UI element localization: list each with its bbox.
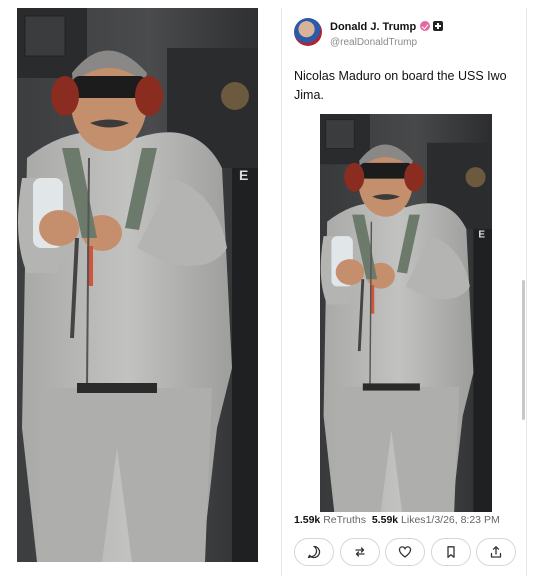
reply-button[interactable] <box>294 538 334 566</box>
likes-count[interactable]: 5.59k <box>372 514 398 526</box>
retruth-icon <box>354 547 365 557</box>
retruths-count[interactable]: 1.59k <box>294 514 320 526</box>
post-text: Nicolas Maduro on board the USS Iwo Jima… <box>294 69 507 102</box>
post-image-illustration: E <box>320 114 492 512</box>
post-stats: 1.59k ReTruths 5.59k Likes1/3/26, 8:23 P… <box>294 514 500 526</box>
likes-label[interactable]: Likes <box>401 514 426 526</box>
reply-icon <box>307 545 321 559</box>
author-avatar[interactable] <box>294 18 322 46</box>
retruths-label[interactable]: ReTruths <box>323 514 366 526</box>
plus-badge-icon <box>433 21 444 31</box>
verified-badge-icon <box>420 21 431 31</box>
retruth-button[interactable] <box>339 538 380 566</box>
scrollbar[interactable] <box>522 280 525 420</box>
author-handle[interactable]: @realDonaldTrump <box>330 37 417 48</box>
author-name[interactable]: Donald J. Trump <box>330 21 416 33</box>
post-actions <box>294 538 516 568</box>
share-icon <box>490 546 502 558</box>
bookmark-button[interactable] <box>430 538 471 566</box>
printed-photo: E <box>17 8 258 562</box>
author-name-row: Donald J. Trump <box>330 21 444 33</box>
post-timestamp[interactable]: 1/3/26, 8:23 PM <box>426 514 500 526</box>
svg-text:E: E <box>478 230 485 241</box>
post-card: Donald J. Trump @realDonaldTrump Nicolas… <box>281 8 527 576</box>
heart-icon <box>398 546 412 558</box>
share-button[interactable] <box>476 538 516 566</box>
printed-photo-illustration: E <box>17 8 258 562</box>
post-image[interactable]: E <box>320 114 492 512</box>
svg-text:E: E <box>239 167 248 183</box>
like-button[interactable] <box>385 538 425 566</box>
bookmark-icon <box>446 546 455 558</box>
